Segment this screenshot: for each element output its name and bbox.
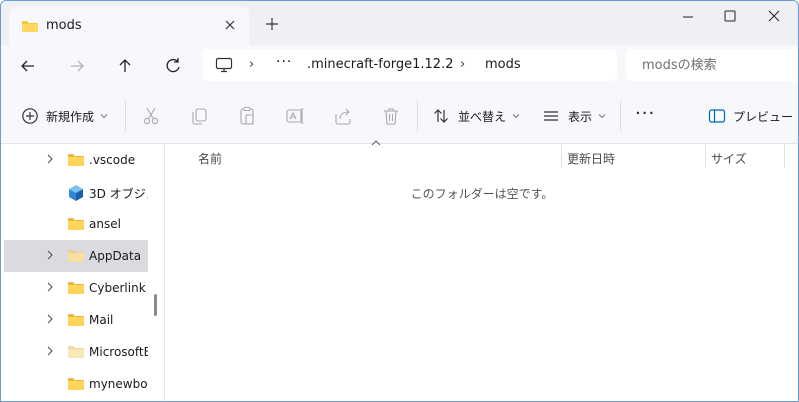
folder-icon: [68, 378, 84, 390]
file-explorer-window: mods › ··· .minecraft-forge1.12.2 › mods…: [0, 0, 799, 402]
tree-item-appdata[interactable]: AppData: [4, 240, 148, 272]
column-divider[interactable]: [705, 144, 706, 168]
close-tab-icon[interactable]: [221, 16, 239, 34]
nav-pane-scrollbar[interactable]: [149, 144, 163, 401]
breadcrumb-separator[interactable]: ›: [249, 57, 254, 72]
divider: [125, 101, 126, 131]
chevron-right-icon[interactable]: [46, 250, 54, 260]
tab-mods[interactable]: mods: [9, 7, 249, 45]
maximize-icon[interactable]: [707, 1, 753, 33]
new-tab-icon[interactable]: [263, 15, 281, 33]
tree-item-mynewbook[interactable]: mynewbook: [4, 368, 148, 400]
3d-objects-icon: [69, 185, 83, 201]
folder-icon: [68, 282, 84, 294]
breadcrumb-minecraft-forge[interactable]: .minecraft-forge1.12.2: [307, 57, 454, 72]
empty-folder-message: このフォルダーは空です。: [410, 187, 554, 201]
title-bar: mods: [1, 1, 798, 45]
column-divider[interactable]: [561, 144, 562, 168]
search-box[interactable]: [626, 49, 798, 81]
tree-item-label: Mail: [89, 313, 114, 327]
share-icon[interactable]: [333, 106, 353, 126]
command-bar: 新規作成 並べ替え 表示 ··· プレビュー: [1, 87, 798, 144]
chevron-right-icon[interactable]: [46, 154, 54, 164]
divider: [417, 101, 418, 131]
tree-item-label: 3D オブジェクト: [89, 187, 148, 201]
tree-item-cyberlink[interactable]: Cyberlink: [4, 272, 148, 304]
scrollbar-thumb[interactable]: [154, 294, 157, 316]
column-divider[interactable]: [784, 144, 785, 168]
view-button[interactable]: 表示: [542, 101, 606, 131]
more-options-button[interactable]: ···: [635, 105, 655, 123]
breadcrumb-separator[interactable]: ›: [460, 57, 465, 72]
folder-icon: [68, 250, 84, 262]
sort-icon: [434, 109, 448, 123]
chevron-right-icon[interactable]: [46, 282, 54, 292]
search-input[interactable]: [640, 57, 794, 74]
folder-icon: [68, 346, 84, 358]
folder-icon: [22, 21, 38, 32]
address-bar[interactable]: › ··· .minecraft-forge1.12.2 › mods: [203, 49, 617, 81]
refresh-icon[interactable]: [162, 55, 184, 77]
new-button[interactable]: 新規作成: [21, 101, 108, 131]
divider: [620, 101, 621, 131]
preview-pane-button[interactable]: プレビュー: [708, 101, 793, 131]
view-lines-icon: [544, 111, 558, 121]
tree-item-vscode[interactable]: .vscode: [4, 144, 148, 176]
delete-icon[interactable]: [381, 106, 401, 126]
folder-icon: [68, 154, 84, 166]
tree-item-microsoftedge[interactable]: MicrosoftEdge: [4, 336, 148, 368]
file-list: 名前 更新日時 サイズ このフォルダーは空です。: [164, 140, 798, 401]
tab-title: mods: [46, 18, 82, 33]
up-arrow-icon[interactable]: [114, 55, 136, 77]
column-header-date[interactable]: 更新日時: [567, 150, 615, 176]
chevron-down-icon: [512, 114, 520, 119]
sort-button[interactable]: 並べ替え: [432, 101, 520, 131]
this-pc-icon[interactable]: [215, 57, 233, 73]
tree-item-3d-objects[interactable]: 3D オブジェクト: [4, 176, 148, 208]
minimize-icon[interactable]: [665, 1, 711, 33]
preview-pane-icon: [708, 109, 726, 123]
forward-arrow-icon[interactable]: [66, 55, 88, 77]
tree-item-label: Cyberlink: [89, 281, 146, 295]
cut-icon[interactable]: [141, 106, 161, 126]
plus-circle-icon: [22, 108, 38, 124]
tree-item-label: AppData: [89, 249, 142, 263]
tree-item-ansel[interactable]: ansel: [4, 208, 148, 240]
folder-icon: [68, 314, 84, 326]
view-button-label: 表示: [568, 109, 593, 124]
breadcrumb-overflow[interactable]: ···: [276, 54, 292, 70]
tree-item-label: ansel: [89, 217, 121, 231]
folder-icon: [68, 218, 84, 230]
rename-icon[interactable]: [285, 106, 305, 126]
paste-icon[interactable]: [237, 106, 257, 126]
breadcrumb-mods[interactable]: mods: [485, 57, 521, 72]
sort-button-label: 並べ替え: [458, 109, 507, 124]
chevron-right-icon[interactable]: [46, 314, 54, 324]
chevron-right-icon[interactable]: [46, 346, 54, 356]
tree-item-label: mynewbook: [89, 377, 148, 391]
sort-caret-icon: [371, 140, 381, 146]
tree-item-mail[interactable]: Mail: [4, 304, 148, 336]
chevron-down-icon: [598, 114, 606, 119]
chevron-down-icon: [100, 114, 108, 119]
back-arrow-icon[interactable]: [17, 55, 39, 77]
new-button-label: 新規作成: [46, 109, 95, 124]
tree-item-label: .vscode: [89, 153, 136, 167]
close-window-icon[interactable]: [751, 1, 797, 33]
column-header-name[interactable]: 名前: [198, 150, 222, 176]
preview-button-label: プレビュー: [733, 109, 794, 124]
navigation-bar: › ··· .minecraft-forge1.12.2 › mods: [1, 45, 798, 87]
tree-item-label: MicrosoftEdge: [89, 345, 148, 359]
copy-icon[interactable]: [189, 106, 209, 126]
navigation-pane: .vscode 3D オブジェクト ansel AppData Cyberlin…: [1, 144, 148, 401]
column-header-size[interactable]: サイズ: [711, 150, 747, 176]
